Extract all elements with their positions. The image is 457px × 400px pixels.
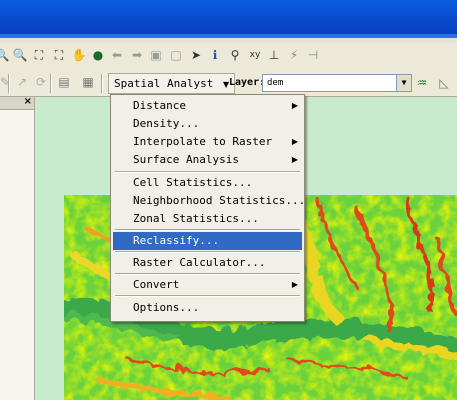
rotate-icon[interactable]: ⟳	[33, 74, 49, 90]
hyperlink-icon[interactable]: ⚡	[286, 47, 302, 63]
chevron-down-icon[interactable]: ▼	[396, 75, 411, 91]
go-to-xy-icon[interactable]: xy	[247, 47, 263, 63]
panel-header: ×	[0, 96, 34, 110]
tools-toolbar: 🔍 🔍 ⛶ ⛶ ✋ ● ⬅ ➡ ▣ ▢ ➤ ℹ ⚲ xy ⊥ ⚡ ⊣	[0, 42, 457, 71]
full-extent-icon[interactable]: ⛶	[31, 47, 47, 63]
submenu-arrow-icon: ▶	[291, 280, 298, 289]
menu-item-interpolate-to-raster[interactable]: Interpolate to Raster ▶	[113, 133, 302, 151]
sketch-icon[interactable]: ↗	[14, 74, 30, 90]
menu-item-convert[interactable]: Convert ▶	[113, 276, 302, 294]
close-icon[interactable]: ×	[24, 96, 32, 107]
menu-item-surface-analysis[interactable]: Surface Analysis ▶	[113, 151, 302, 169]
sketch-properties-icon[interactable]: ▦	[80, 74, 96, 90]
histogram-icon[interactable]: ♒	[414, 75, 430, 91]
menu-item-distance[interactable]: Distance ▶	[113, 97, 302, 115]
attributes-icon[interactable]: ▤	[56, 74, 72, 90]
edit-tool-icon[interactable]: ✎	[0, 74, 13, 90]
title-bar-edge	[0, 34, 457, 38]
menu-item-raster-calculator[interactable]: Raster Calculator...	[113, 254, 302, 272]
menu-separator	[115, 295, 300, 297]
menu-separator	[115, 229, 300, 231]
measure-icon[interactable]: ⊥	[266, 47, 282, 63]
layer-value: dem	[267, 78, 284, 88]
clear-selection-icon[interactable]: ▢	[168, 47, 184, 63]
flash-icon[interactable]: ⊣	[305, 47, 321, 63]
spatial-analyst-menu-button[interactable]: Spatial Analyst ▼	[108, 73, 236, 94]
globe-icon[interactable]: ●	[90, 47, 106, 63]
select-elements-icon[interactable]: ➤	[188, 47, 204, 63]
menu-item-neighborhood-statistics[interactable]: Neighborhood Statistics...	[113, 192, 305, 210]
toolbar-separator	[50, 74, 52, 93]
submenu-arrow-icon: ▶	[291, 137, 298, 146]
toolbar-separator	[8, 74, 10, 93]
submenu-arrow-icon: ▶	[291, 155, 298, 164]
menu-item-cell-statistics[interactable]: Cell Statistics...	[113, 174, 302, 192]
select-features-icon[interactable]: ▣	[148, 47, 164, 63]
zoom-out-icon[interactable]: 🔍	[12, 47, 28, 63]
forward-icon[interactable]: ➡	[129, 47, 145, 63]
layer-label: Layer:	[229, 77, 266, 88]
menu-item-density[interactable]: Density...	[113, 115, 302, 133]
menu-item-options[interactable]: Options...	[113, 299, 302, 317]
pan-icon[interactable]: ✋	[71, 47, 87, 63]
layer-dropdown[interactable]: dem ▼	[262, 74, 412, 92]
menu-separator	[115, 273, 300, 275]
toolbar-separator	[101, 74, 103, 93]
menu-separator	[115, 251, 300, 253]
title-bar	[0, 0, 457, 38]
contour-icon[interactable]: ◺	[436, 75, 452, 91]
table-of-contents-panel: ×	[0, 96, 35, 400]
menu-item-reclassify[interactable]: Reclassify...	[113, 232, 302, 250]
fixed-zoom-icon[interactable]: ⛶	[51, 47, 67, 63]
back-icon[interactable]: ⬅	[109, 47, 125, 63]
find-icon[interactable]: ⚲	[227, 47, 243, 63]
identify-icon[interactable]: ℹ	[207, 47, 223, 63]
menu-item-zonal-statistics[interactable]: Zonal Statistics...	[113, 210, 302, 228]
spatial-analyst-label: Spatial Analyst	[114, 77, 214, 90]
submenu-arrow-icon: ▶	[291, 101, 298, 110]
spatial-analyst-menu: Distance ▶ Density... Interpolate to Rast…	[110, 94, 305, 322]
zoom-in-icon[interactable]: 🔍	[0, 47, 10, 63]
menu-separator	[115, 171, 300, 173]
